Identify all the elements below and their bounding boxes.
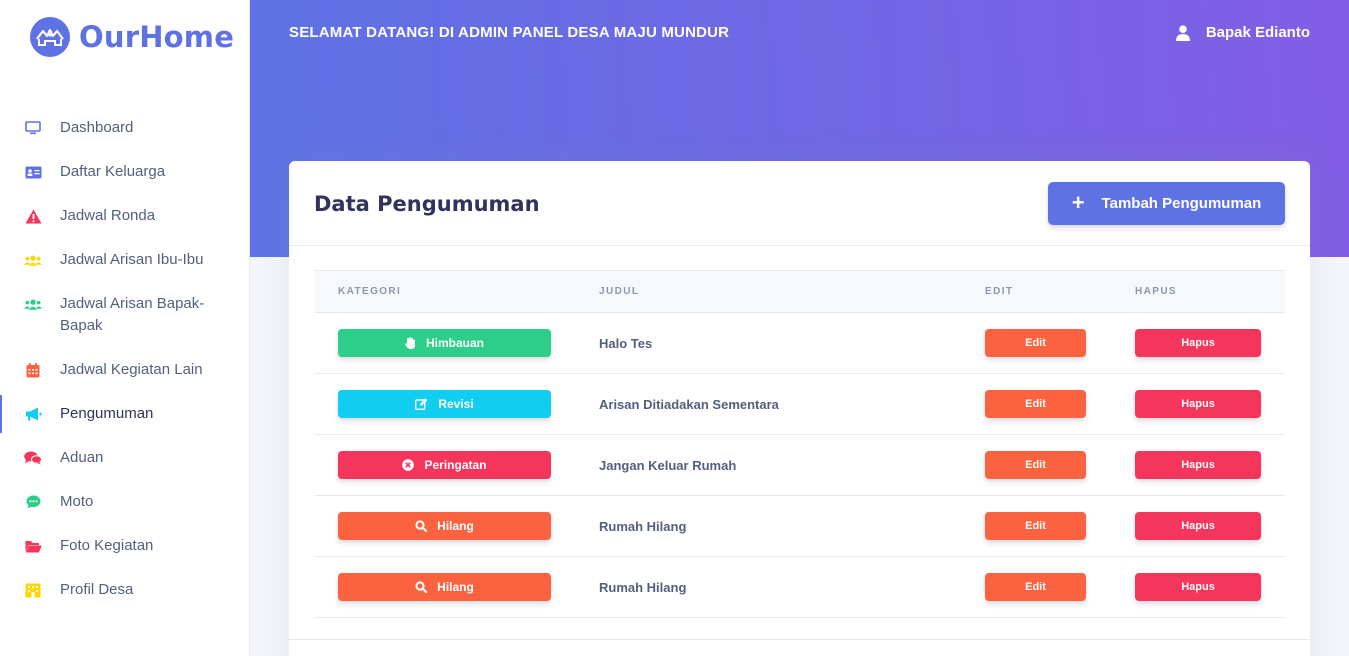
sidebar-item-label: Jadwal Arisan Bapak-Bapak (60, 295, 205, 334)
comments-icon (24, 447, 42, 469)
add-announcement-label: Tambah Pengumuman (1101, 195, 1262, 212)
edit-button[interactable]: Edit (985, 512, 1086, 540)
sidebar-item-label: Foto Kegiatan (60, 537, 154, 554)
sidebar-item-aduan[interactable]: Aduan (0, 436, 249, 480)
announcement-title: Halo Tes (599, 335, 653, 351)
category-badge[interactable]: Peringatan (338, 451, 551, 479)
sidebar-item-label: Dashboard (60, 119, 134, 136)
sidebar-item-pengumuman[interactable]: Pengumuman (0, 392, 249, 436)
category-label: Himbauan (425, 336, 484, 350)
sidebar-item-daftar-keluarga[interactable]: Daftar Keluarga (0, 150, 249, 194)
announcement-table: KATEGORI JUDUL EDIT HAPUS Himbauan Halo … (314, 270, 1285, 618)
table-row: Hilang Rumah Hilang Edit Hapus (314, 495, 1285, 557)
column-header-edit: EDIT (961, 270, 1111, 313)
category-label: Revisi (438, 397, 474, 411)
search-icon (415, 581, 428, 593)
sidebar-item-profil-desa[interactable]: Profil Desa (0, 568, 249, 612)
megaphone-icon (24, 403, 42, 425)
announcement-title: Rumah Hilang (599, 579, 687, 595)
table-row: Himbauan Halo Tes Edit Hapus (314, 312, 1285, 374)
table-row: Peringatan Jangan Keluar Rumah Edit Hapu… (314, 434, 1285, 496)
calendar-icon (24, 359, 42, 381)
edit-button[interactable]: Edit (985, 451, 1086, 479)
chat-bubble-icon (24, 491, 42, 513)
user-name: Bapak Edianto (1205, 24, 1310, 41)
delete-button[interactable]: Hapus (1135, 512, 1261, 540)
brand-name: OurHome (79, 20, 235, 54)
house-logo-icon (30, 17, 70, 57)
id-card-icon (24, 161, 42, 183)
sidebar-item-jadwal-arisan-bapak[interactable]: Jadwal Arisan Bapak-Bapak (0, 282, 249, 348)
delete-button[interactable]: Hapus (1135, 390, 1261, 418)
edit-icon (415, 398, 428, 410)
category-label: Peringatan (424, 458, 487, 472)
user-menu[interactable]: Bapak Edianto (1175, 24, 1310, 41)
search-icon (415, 520, 428, 532)
sidebar-item-dashboard[interactable]: Dashboard (0, 106, 249, 150)
card-footer-divider (289, 639, 1310, 640)
card-title: Data Pengumuman (314, 192, 540, 216)
delete-button[interactable]: Hapus (1135, 329, 1261, 357)
announcement-title: Jangan Keluar Rumah (599, 457, 737, 473)
sidebar-item-label: Jadwal Arisan Ibu-Ibu (60, 251, 204, 268)
column-header-hapus: HAPUS (1111, 270, 1285, 313)
times-circle-icon (402, 459, 415, 471)
sidebar-nav: Dashboard Daftar Keluarga Jadwal Ronda J… (0, 106, 249, 612)
plus-icon: + (1071, 189, 1085, 215)
column-header-kategori: KATEGORI (314, 270, 575, 313)
category-badge[interactable]: Revisi (338, 390, 551, 418)
edit-button[interactable]: Edit (985, 329, 1086, 357)
sidebar: OurHome Dashboard Daftar Keluarga Jadwal… (0, 0, 250, 656)
announcement-title: Rumah Hilang (599, 518, 687, 534)
sidebar-item-foto-kegiatan[interactable]: Foto Kegiatan (0, 524, 249, 568)
sidebar-item-label: Jadwal Ronda (60, 207, 156, 224)
welcome-title: SELAMAT DATANG! DI ADMIN PANEL DESA MAJU… (289, 24, 730, 41)
users-icon (24, 293, 42, 315)
column-header-judul: JUDUL (575, 270, 961, 313)
edit-button[interactable]: Edit (985, 390, 1086, 418)
sidebar-item-label: Aduan (60, 449, 104, 466)
sidebar-item-moto[interactable]: Moto (0, 480, 249, 524)
sidebar-item-label: Jadwal Kegiatan Lain (60, 361, 203, 378)
sidebar-item-jadwal-kegiatan-lain[interactable]: Jadwal Kegiatan Lain (0, 348, 249, 392)
category-label: Hilang (437, 580, 474, 594)
hand-icon (405, 337, 416, 349)
folder-open-icon (24, 535, 42, 557)
add-announcement-button[interactable]: + Tambah Pengumuman (1048, 182, 1285, 225)
table-row: Hilang Rumah Hilang Edit Hapus (314, 556, 1285, 618)
warning-icon (24, 205, 42, 227)
sidebar-item-label: Moto (60, 493, 94, 510)
sidebar-item-label: Daftar Keluarga (60, 163, 166, 180)
sidebar-item-label: Pengumuman (60, 405, 154, 422)
delete-button[interactable]: Hapus (1135, 451, 1261, 479)
sidebar-item-jadwal-arisan-ibu[interactable]: Jadwal Arisan Ibu-Ibu (0, 238, 249, 282)
category-label: Hilang (437, 519, 474, 533)
users-icon (24, 249, 42, 271)
sidebar-item-label: Profil Desa (60, 581, 134, 598)
user-icon (1175, 24, 1190, 41)
delete-button[interactable]: Hapus (1135, 573, 1261, 601)
edit-button[interactable]: Edit (985, 573, 1086, 601)
card-header: Data Pengumuman + Tambah Pengumuman (289, 161, 1310, 246)
category-badge[interactable]: Hilang (338, 573, 551, 601)
table-row: Revisi Arisan Ditiadakan Sementara Edit … (314, 373, 1285, 435)
announcement-title: Arisan Ditiadakan Sementara (599, 396, 779, 412)
announcement-card: Data Pengumuman + Tambah Pengumuman KATE… (289, 161, 1310, 656)
building-icon (24, 579, 42, 601)
category-badge[interactable]: Hilang (338, 512, 551, 540)
brand-logo-link[interactable]: OurHome (30, 16, 234, 58)
sidebar-item-jadwal-ronda[interactable]: Jadwal Ronda (0, 194, 249, 238)
category-badge[interactable]: Himbauan (338, 329, 551, 357)
monitor-icon (24, 117, 42, 139)
table-header-row: KATEGORI JUDUL EDIT HAPUS (314, 270, 1285, 313)
